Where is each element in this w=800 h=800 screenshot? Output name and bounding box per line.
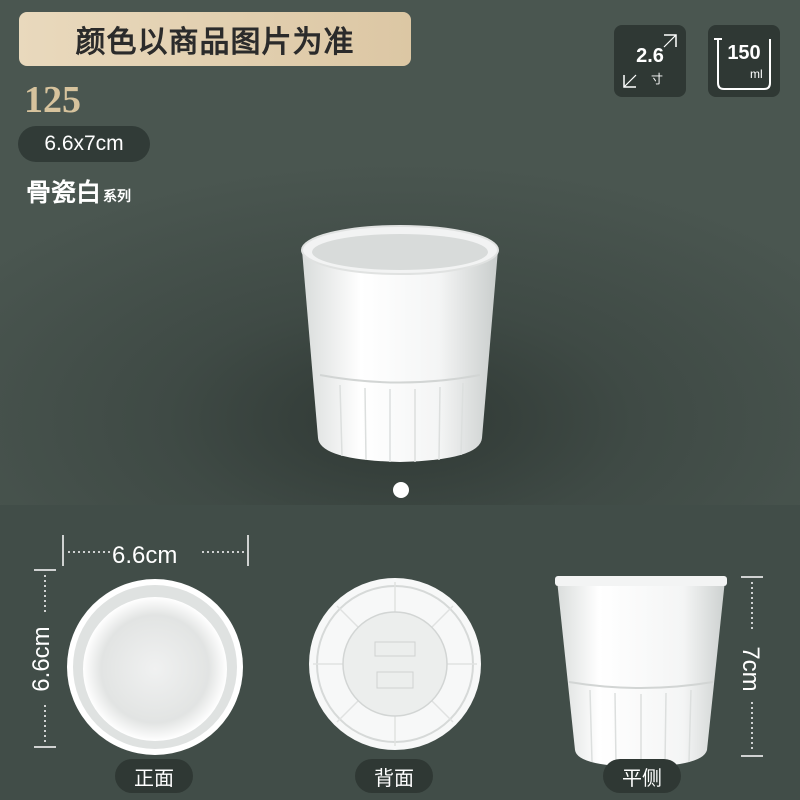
- height-label: 7cm: [737, 646, 764, 692]
- capacity-badge: 150 ml: [708, 25, 780, 97]
- carousel-indicator[interactable]: [393, 482, 409, 498]
- front-view-label: 正面: [115, 759, 193, 793]
- cup-main-image: [301, 225, 499, 462]
- color-disclaimer-banner: 颜色以商品图片为准: [19, 12, 411, 66]
- side-view-label: 平侧: [603, 759, 681, 793]
- cup-front-view: [67, 579, 243, 755]
- series-title: 骨瓷白 系列: [26, 173, 131, 209]
- width-label: 6.6cm: [112, 542, 178, 569]
- size-label: 6.6x7cm: [18, 126, 150, 162]
- diameter-unit: 寸: [651, 72, 664, 86]
- depth-label: 6.6cm: [28, 626, 55, 692]
- cup-side-view: [555, 576, 727, 767]
- diameter-value: 2.6: [636, 45, 664, 67]
- back-view-label: 背面: [355, 759, 433, 793]
- model-number: 125: [24, 79, 81, 121]
- capacity-value: 150: [727, 42, 761, 64]
- cup-back-view: [309, 578, 481, 750]
- series-name: 骨瓷白: [26, 178, 102, 207]
- diameter-badge: 2.6 寸: [614, 25, 686, 97]
- series-suffix: 系列: [103, 189, 132, 205]
- capacity-unit: ml: [750, 67, 763, 81]
